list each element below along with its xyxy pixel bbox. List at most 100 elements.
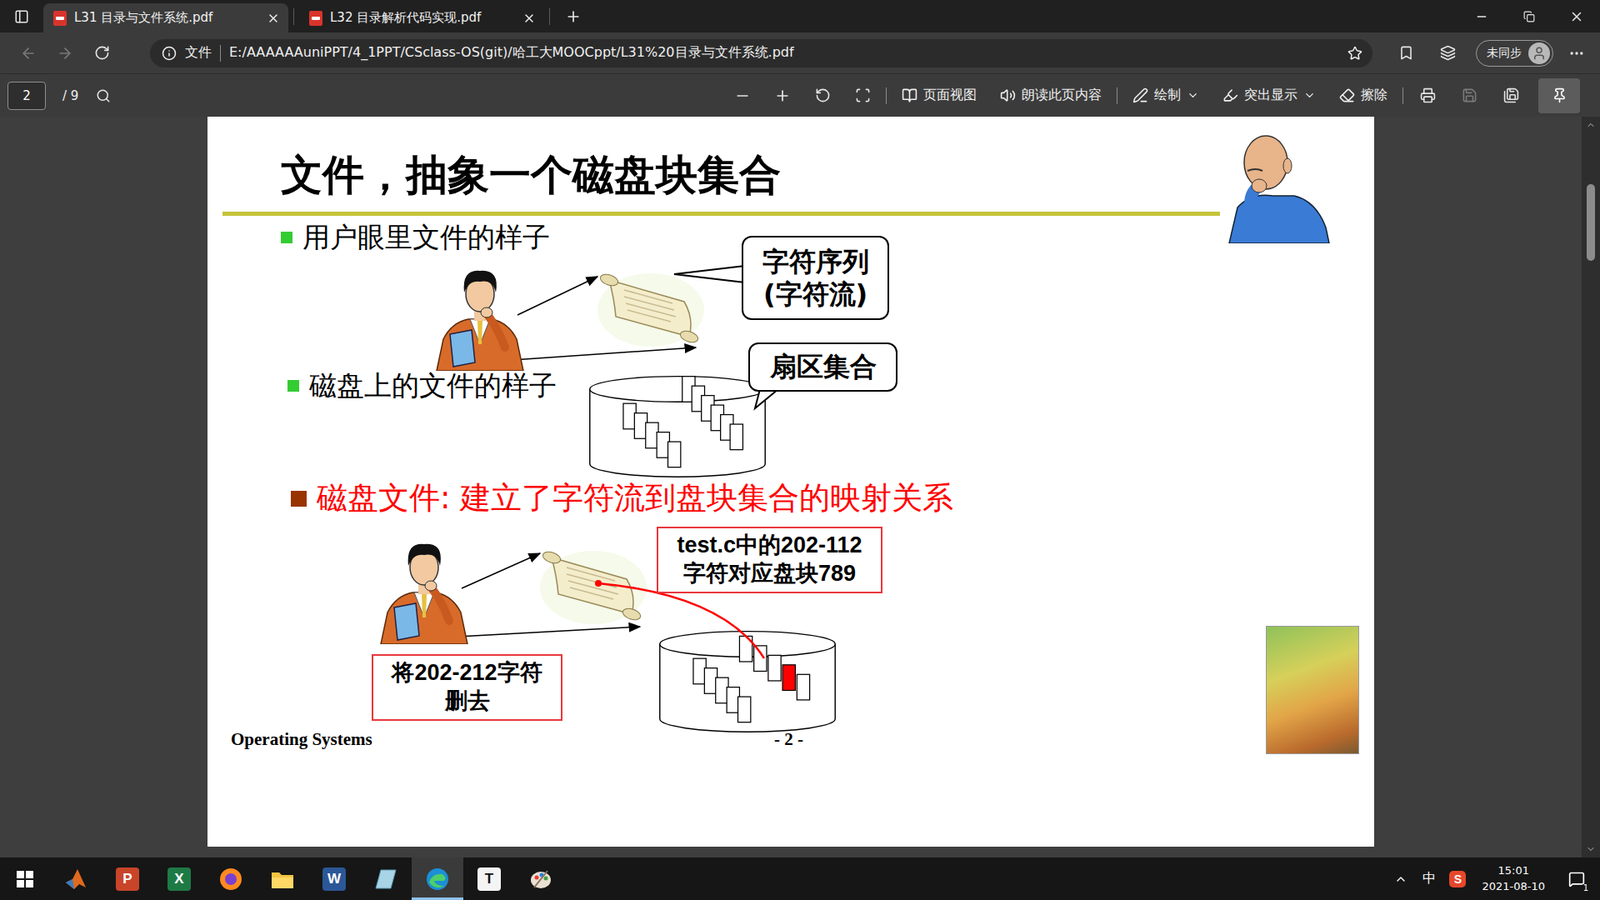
fit-page-button[interactable] [845,87,880,104]
browser-tab[interactable]: L31 目录与文件系统.pdf [43,3,289,33]
profile-button[interactable]: 未同步 [1475,40,1554,67]
new-tab-button[interactable] [555,0,592,33]
scroll-down-button[interactable] [1585,840,1596,858]
address-field[interactable]: 文件E:/AAAAAAuniPPT/4_1PPT/CSclass-OS(git)… [150,39,1373,68]
book-cover-image [1265,625,1360,755]
add-favorite-icon[interactable] [1347,45,1363,61]
callout-box: test.c中的202-112字符对应盘块789 [656,526,883,594]
more-icon [1568,45,1585,62]
person-figure [426,260,534,371]
bubble-line: 扇区集合 [770,350,877,383]
restore-icon [1523,10,1535,23]
edge-browser-icon [425,867,450,891]
callout-box: 将202-212字符删去 [371,654,563,721]
word-taskbar-button[interactable]: W [308,857,360,900]
tool-label: 朗读此页内容 [1021,86,1102,105]
forward-arrow-icon [56,45,74,62]
pdf-content-area: 文件，抽象一个磁盘块集合用户眼里文件的样子磁盘上的文件的样子磁盘文件: 建立了字… [0,116,1600,858]
restore-button[interactable] [1505,0,1553,33]
search-button[interactable] [85,88,122,104]
speech-bubble: 扇区集合 [748,342,898,392]
paint-icon [529,867,553,891]
firefox-taskbar-button[interactable] [205,857,257,900]
slide-bullet: 用户眼里文件的样子 [280,220,550,255]
separator [1116,87,1118,105]
person-figure [370,534,478,645]
paint-taskbar-button[interactable] [515,857,567,900]
powerpoint-taskbar-button[interactable]: P [101,857,154,900]
callout-line: 删去 [385,687,550,716]
minimize-button[interactable] [1457,0,1505,33]
zoom-out-button[interactable] [725,87,760,105]
explorer-taskbar-button[interactable] [256,857,309,900]
fit-page-icon [855,87,871,104]
forward-button[interactable] [46,45,84,62]
save-button[interactable] [1451,87,1487,104]
rotate-button[interactable] [805,87,840,104]
erase-icon [1339,87,1355,104]
callout-line: 将202-212字符 [385,659,550,688]
typora-icon: T [477,867,501,891]
view-tool-button[interactable]: 页面视图 [893,81,985,110]
pin-toolbar-button[interactable] [1538,78,1580,114]
typora-taskbar-button[interactable]: T [463,857,515,900]
view-icon [901,87,918,104]
separator [885,87,887,105]
back-button[interactable] [10,45,47,62]
scroll-up-button[interactable] [1585,116,1596,134]
tool-label: 绘制 [1154,86,1181,105]
excel-taskbar-button[interactable]: X [153,857,205,900]
collections-button[interactable] [1427,45,1468,61]
more-button[interactable] [1560,45,1594,62]
save-icon [1461,87,1478,104]
tab-actions-button[interactable] [0,0,44,33]
page-number-field[interactable]: 2 [7,81,46,110]
favorites-button[interactable] [1384,45,1428,61]
chevron-up-icon [1394,872,1408,886]
tool-label: 突出显示 [1244,86,1298,105]
refresh-button[interactable] [83,45,120,61]
ime-indicator[interactable]: 中 [1416,870,1442,888]
tool-label: 页面视图 [923,86,977,105]
save-as-button[interactable] [1493,87,1529,104]
close-tab-icon[interactable] [522,11,536,25]
erase-tool-button[interactable]: 擦除 [1330,81,1396,110]
read-tool-button[interactable]: 朗读此页内容 [991,81,1110,110]
windows-start-icon [16,870,34,888]
show-hidden-icons-button[interactable] [1388,872,1414,886]
scroll-track[interactable] [1581,133,1600,841]
start-taskbar-button[interactable] [0,857,50,900]
vertical-scrollbar[interactable] [1581,116,1600,858]
pdf-viewer: 文件，抽象一个磁盘块集合用户眼里文件的样子磁盘上的文件的样子磁盘文件: 建立了字… [0,116,1582,858]
pin-icon [1551,87,1568,104]
browser-tab[interactable]: L32 目录解析代码实现.pdf [299,3,545,33]
print-button[interactable] [1410,87,1445,104]
close-window-button[interactable] [1552,0,1600,33]
bubble-line: 字符序列 [762,245,870,278]
system-tray: 中S15:012021-08-101 [1388,857,1600,900]
zoom-in-button[interactable] [765,87,800,105]
scroll-document-icon [595,268,705,350]
bullet-marker [280,231,293,244]
highlight-tool-button[interactable]: 突出显示 [1214,81,1325,110]
bullet-text: 用户眼里文件的样子 [302,220,550,255]
sogou-input-button[interactable]: S [1445,870,1470,888]
collections-icon [1440,45,1456,61]
notebook-taskbar-button[interactable] [360,857,412,900]
save-as-icon [1503,87,1520,104]
bullet-marker [290,490,307,507]
draw-tool-button[interactable]: 绘制 [1124,81,1208,110]
matlab-taskbar-button[interactable] [50,857,102,900]
refresh-icon [94,45,110,61]
tab-bar: L31 目录与文件系统.pdf L32 目录解析代码实现.pdf [0,0,1600,33]
clock[interactable]: 15:012021-08-10 [1473,863,1557,894]
scroll-thumb[interactable] [1586,184,1595,261]
close-tab-icon[interactable] [266,11,280,25]
edge-taskbar-button[interactable] [411,857,464,900]
slide-bullet: 磁盘文件: 建立了字符流到盘块集合的映射关系 [290,480,954,517]
scroll-up-icon [1585,120,1596,130]
slide-title: 文件，抽象一个磁盘块集合 [280,150,781,200]
desktop-screen: L31 目录与文件系统.pdf L32 目录解析代码实现.pdf 文件E:/AAAA… [0,0,1600,900]
action-center-button[interactable]: 1 [1560,862,1594,896]
callout-line: 字符对应盘块789 [670,560,870,589]
